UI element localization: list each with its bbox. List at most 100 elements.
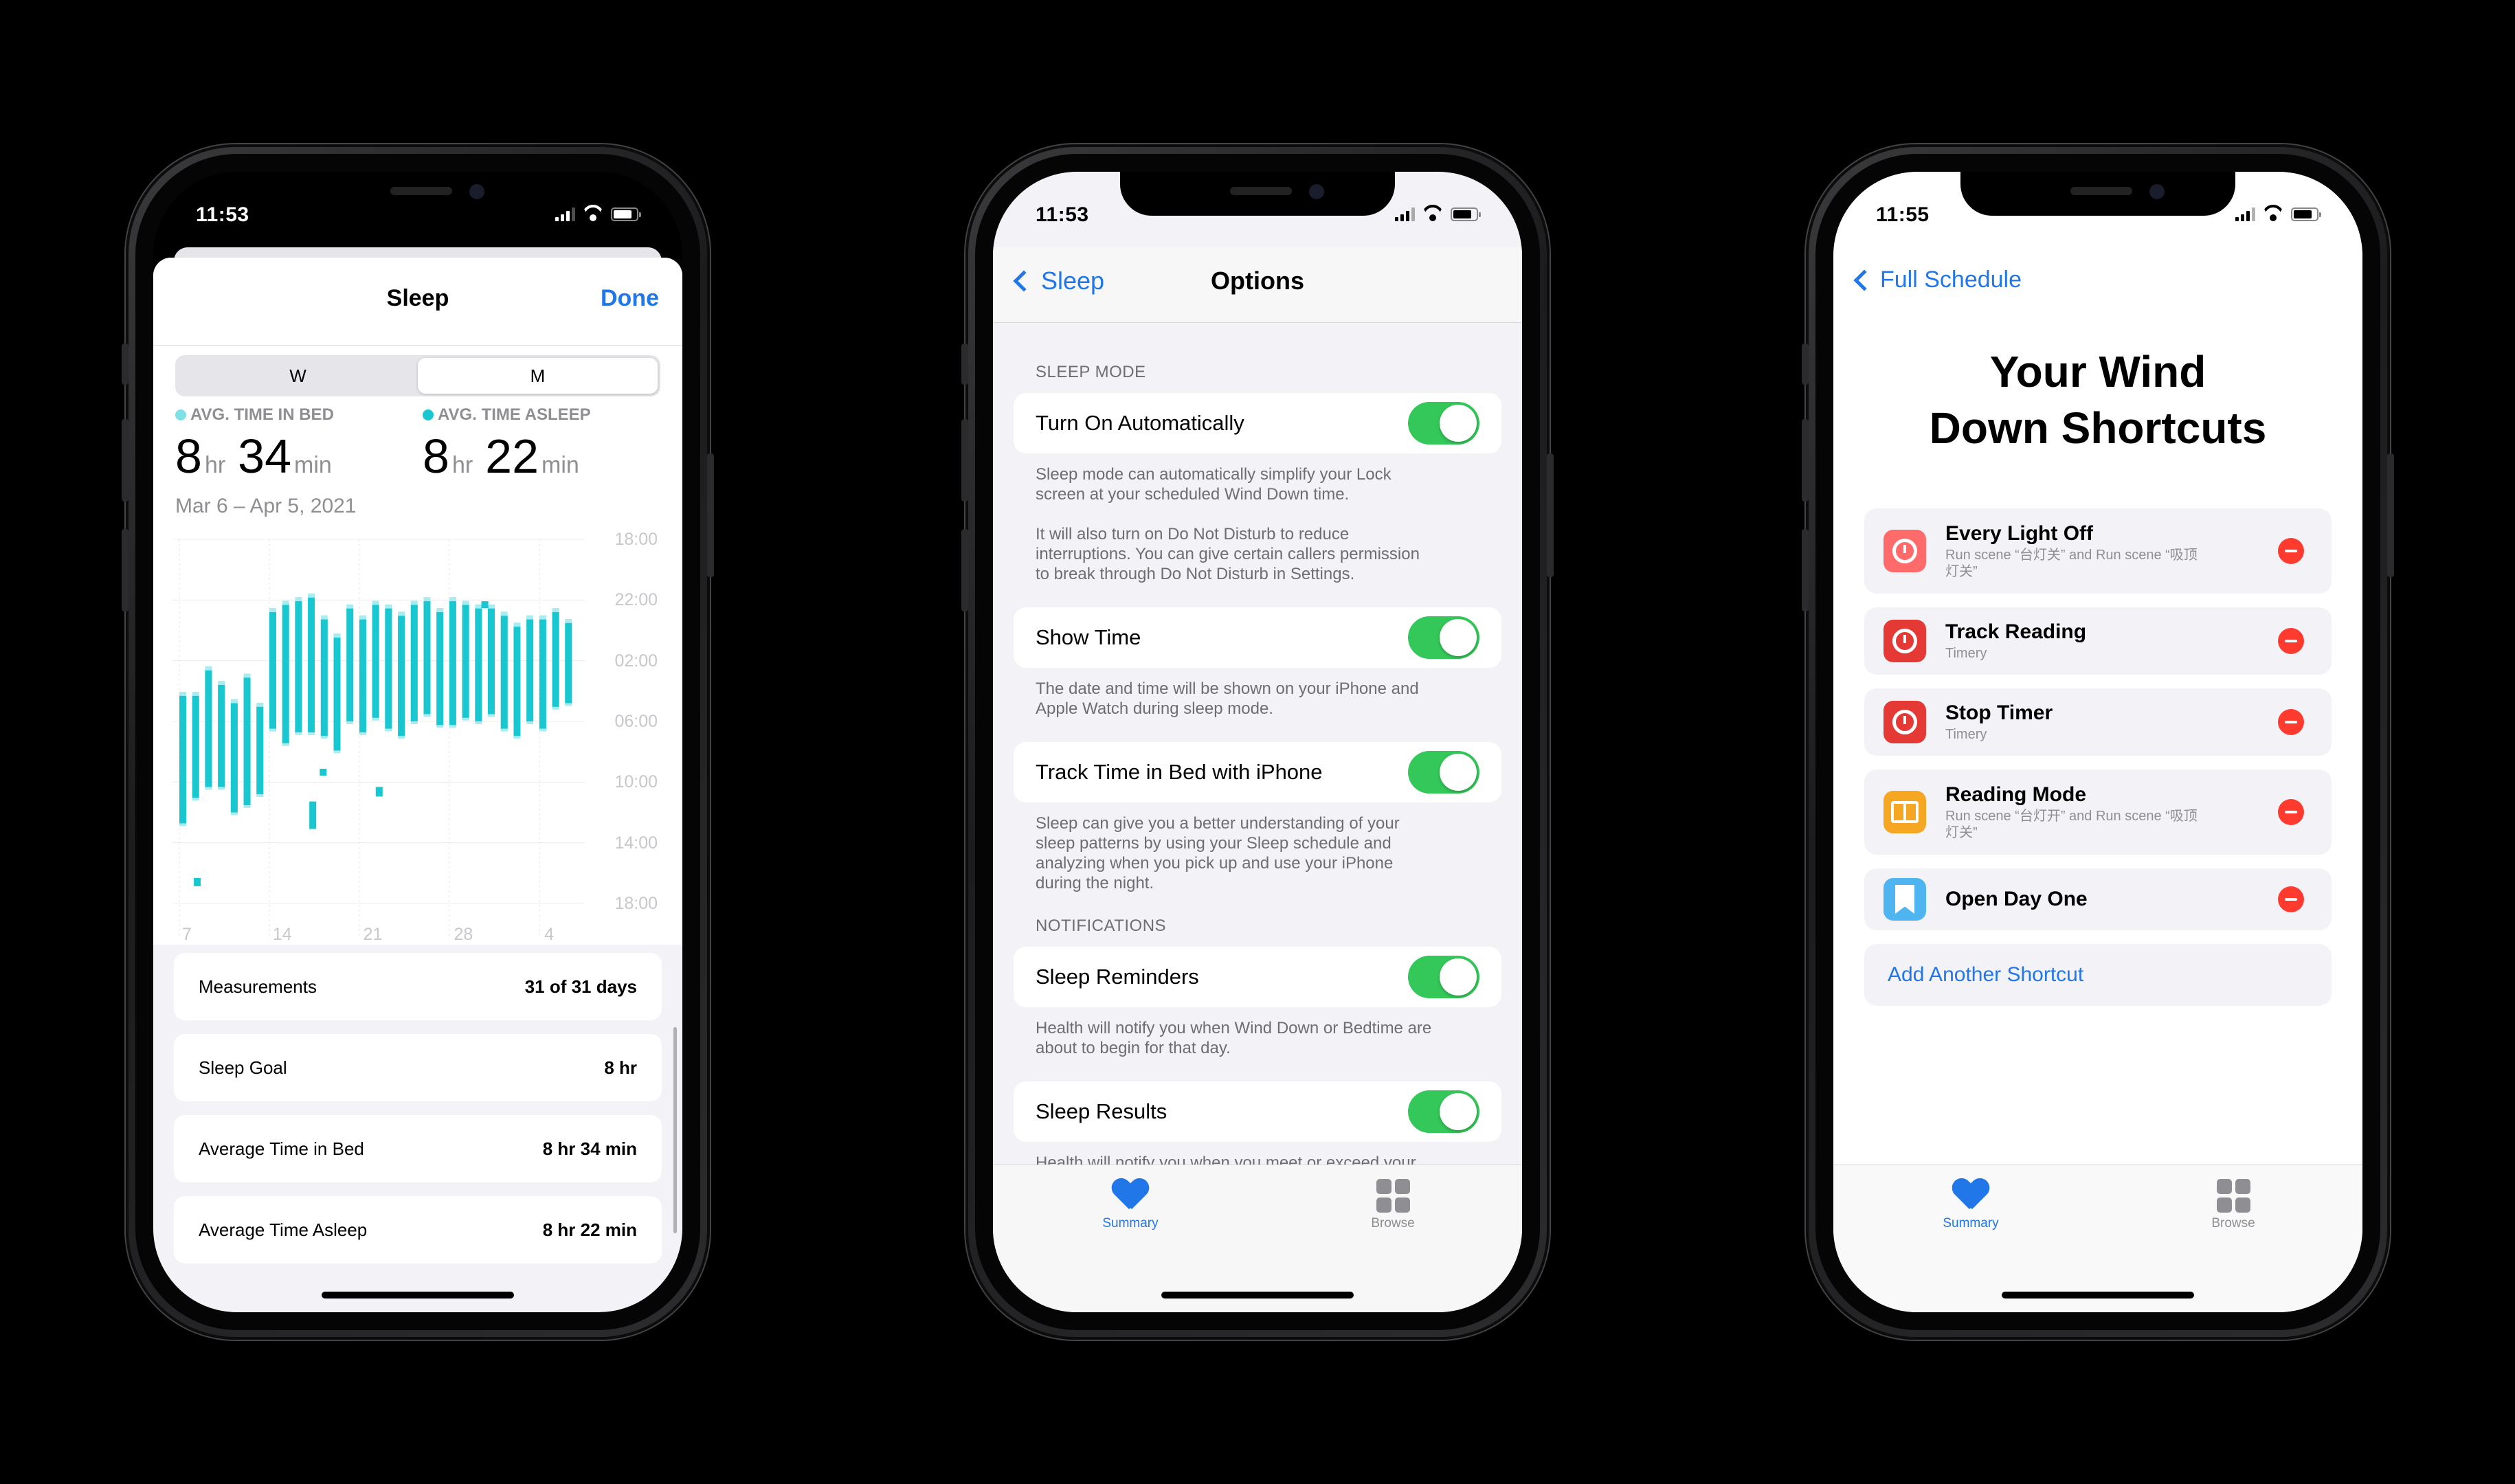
asleep-bar bbox=[526, 619, 534, 721]
shortcut-subtitle: Run scene “台灯关” and Run scene “吸顶 灯关” bbox=[1945, 548, 2198, 579]
shortcut-name: Track Reading bbox=[1945, 620, 2087, 643]
row-value: 8 hr 34 min bbox=[542, 1138, 637, 1159]
stat-label: AVG. TIME ASLEEP bbox=[438, 405, 591, 424]
asleep-bar bbox=[500, 616, 508, 729]
asleep-bar bbox=[218, 685, 225, 787]
status-time: 11:55 bbox=[1876, 203, 1930, 226]
toggle-sleep-reminders[interactable] bbox=[1408, 956, 1479, 998]
home-indicator[interactable] bbox=[2002, 1292, 2194, 1298]
tab-browse[interactable]: Browse bbox=[2178, 1175, 2288, 1231]
row-label: Sleep Goal bbox=[199, 1057, 287, 1078]
sleep-chart[interactable]: 18:00 22:00 02:00 06:00 10:00 14:00 18:00 7 14 21… bbox=[172, 530, 663, 945]
screen: 11:53 Sleep Options SLEEP MODE Turn On A… bbox=[993, 172, 1522, 1312]
tab-summary[interactable]: Summary bbox=[1916, 1175, 2026, 1231]
notch bbox=[1120, 172, 1395, 216]
asleep-bar bbox=[398, 616, 405, 737]
y-tick-label: 14:00 bbox=[614, 833, 658, 853]
page-title: Your Wind Down Shortcuts bbox=[1833, 344, 2362, 456]
status-time: 11:53 bbox=[196, 203, 249, 226]
shortcut-track-reading[interactable]: Track Reading Timery bbox=[1864, 607, 2332, 675]
mute-switch bbox=[122, 344, 128, 385]
back-button[interactable]: Full Schedule bbox=[1847, 267, 2022, 293]
section-header-sleep-mode: SLEEP MODE bbox=[1036, 363, 1146, 381]
add-another-shortcut-button[interactable]: Add Another Shortcut bbox=[1864, 944, 2332, 1006]
asleep-bar bbox=[423, 601, 431, 715]
cell-footer: Health will notify you when Wind Down or… bbox=[1036, 1019, 1432, 1057]
timer-icon bbox=[1884, 701, 1926, 743]
timer-icon bbox=[1884, 620, 1926, 662]
period-segmented-control[interactable]: W M bbox=[175, 355, 660, 396]
segment-month[interactable]: M bbox=[418, 358, 658, 394]
cell-show-time[interactable]: Show Time bbox=[1014, 607, 1501, 668]
stat-hours: 8 bbox=[423, 429, 449, 483]
stat-minutes: 22 bbox=[485, 429, 539, 483]
home-indicator[interactable] bbox=[322, 1292, 514, 1298]
phone-sleep: 11:53 Sleep Done W M AVG. TIME IN BED 8 … bbox=[122, 144, 714, 1340]
toggle-sleep-results[interactable] bbox=[1408, 1090, 1479, 1133]
shortcut-subtitle: Run scene “台灯开” and Run scene “吸顶 灯关” bbox=[1945, 809, 2198, 840]
asleep-bar bbox=[565, 622, 572, 704]
shortcut-stop-timer[interactable]: Stop Timer Timery bbox=[1864, 688, 2332, 756]
home-indicator[interactable] bbox=[1161, 1292, 1354, 1298]
asleep-bar bbox=[320, 768, 327, 776]
shortcut-open-day-one[interactable]: Open Day One bbox=[1864, 868, 2332, 930]
shortcut-name: Open Day One bbox=[1945, 888, 2088, 910]
side-button bbox=[1547, 453, 1554, 577]
cell-footer: Sleep mode can automatically simplify yo… bbox=[1036, 465, 1420, 583]
asleep-bar bbox=[475, 608, 482, 721]
stat-unit: hr bbox=[451, 452, 473, 478]
remove-button[interactable] bbox=[2278, 709, 2304, 735]
toggle-track-time-in-bed[interactable] bbox=[1408, 751, 1479, 794]
cell-sleep-results[interactable]: Sleep Results bbox=[1014, 1081, 1501, 1142]
asleep-bar bbox=[449, 601, 456, 726]
row-measurements: Measurements 31 of 31 days bbox=[174, 953, 662, 1020]
asleep-bar bbox=[230, 703, 238, 813]
scroll-indicator[interactable] bbox=[673, 1027, 677, 1233]
status-time: 11:53 bbox=[1036, 203, 1089, 226]
toggle-turn-on-automatically[interactable] bbox=[1408, 402, 1479, 445]
tab-browse[interactable]: Browse bbox=[1338, 1175, 1448, 1231]
cell-sleep-reminders[interactable]: Sleep Reminders bbox=[1014, 947, 1501, 1007]
title-line: Your Wind bbox=[1989, 347, 2206, 396]
stat-minutes: 34 bbox=[238, 429, 292, 483]
asleep-bar bbox=[179, 695, 186, 824]
tab-label: Browse bbox=[2211, 1216, 2255, 1230]
x-tick-label: 14 bbox=[272, 925, 292, 944]
y-tick-label: 18:00 bbox=[614, 530, 658, 549]
x-tick-label: 4 bbox=[544, 925, 555, 944]
row-value: 8 hr 22 min bbox=[542, 1219, 637, 1240]
segment-week[interactable]: W bbox=[178, 358, 418, 394]
stat-time-in-bed: AVG. TIME IN BED 8 hr 34 min bbox=[175, 405, 344, 484]
cell-label: Sleep Reminders bbox=[1036, 965, 1199, 989]
mute-switch bbox=[961, 344, 968, 385]
tab-label: Browse bbox=[1371, 1216, 1415, 1230]
asleep-bar bbox=[309, 801, 317, 829]
shortcut-reading-mode[interactable]: Reading Mode Run scene “台灯开” and Run scen… bbox=[1864, 769, 2332, 855]
tab-summary[interactable]: Summary bbox=[1075, 1175, 1185, 1231]
shortcut-every-light-off[interactable]: Every Light Off Run scene “台灯关” and Run s… bbox=[1864, 508, 2332, 594]
cellular-icon bbox=[555, 206, 575, 221]
y-tick-label: 06:00 bbox=[614, 712, 658, 731]
sheet-header: Sleep Done bbox=[153, 258, 682, 346]
notch bbox=[1960, 172, 2235, 216]
volume-up-button bbox=[122, 419, 128, 502]
row-value: 31 of 31 days bbox=[524, 976, 637, 997]
cell-turn-on-automatically[interactable]: Turn On Automatically bbox=[1014, 393, 1501, 453]
shortcut-name: Reading Mode bbox=[1945, 783, 2087, 806]
remove-button[interactable] bbox=[2278, 628, 2304, 654]
asleep-bar bbox=[359, 619, 366, 732]
wifi-icon bbox=[582, 205, 604, 221]
remove-button[interactable] bbox=[2278, 886, 2304, 912]
cell-track-time-in-bed[interactable]: Track Time in Bed with iPhone bbox=[1014, 742, 1501, 802]
power-icon bbox=[1884, 530, 1926, 572]
volume-down-button bbox=[122, 529, 128, 611]
asleep-bar bbox=[194, 877, 201, 886]
row-label: Average Time in Bed bbox=[199, 1138, 364, 1159]
toggle-show-time[interactable] bbox=[1408, 616, 1479, 659]
remove-button[interactable] bbox=[2278, 799, 2304, 825]
done-button[interactable]: Done bbox=[601, 285, 659, 312]
asleep-bar bbox=[333, 638, 341, 751]
heart-icon bbox=[1113, 1179, 1148, 1212]
cell-footer: Sleep can give you a better understandin… bbox=[1036, 814, 1400, 892]
remove-button[interactable] bbox=[2278, 538, 2304, 564]
